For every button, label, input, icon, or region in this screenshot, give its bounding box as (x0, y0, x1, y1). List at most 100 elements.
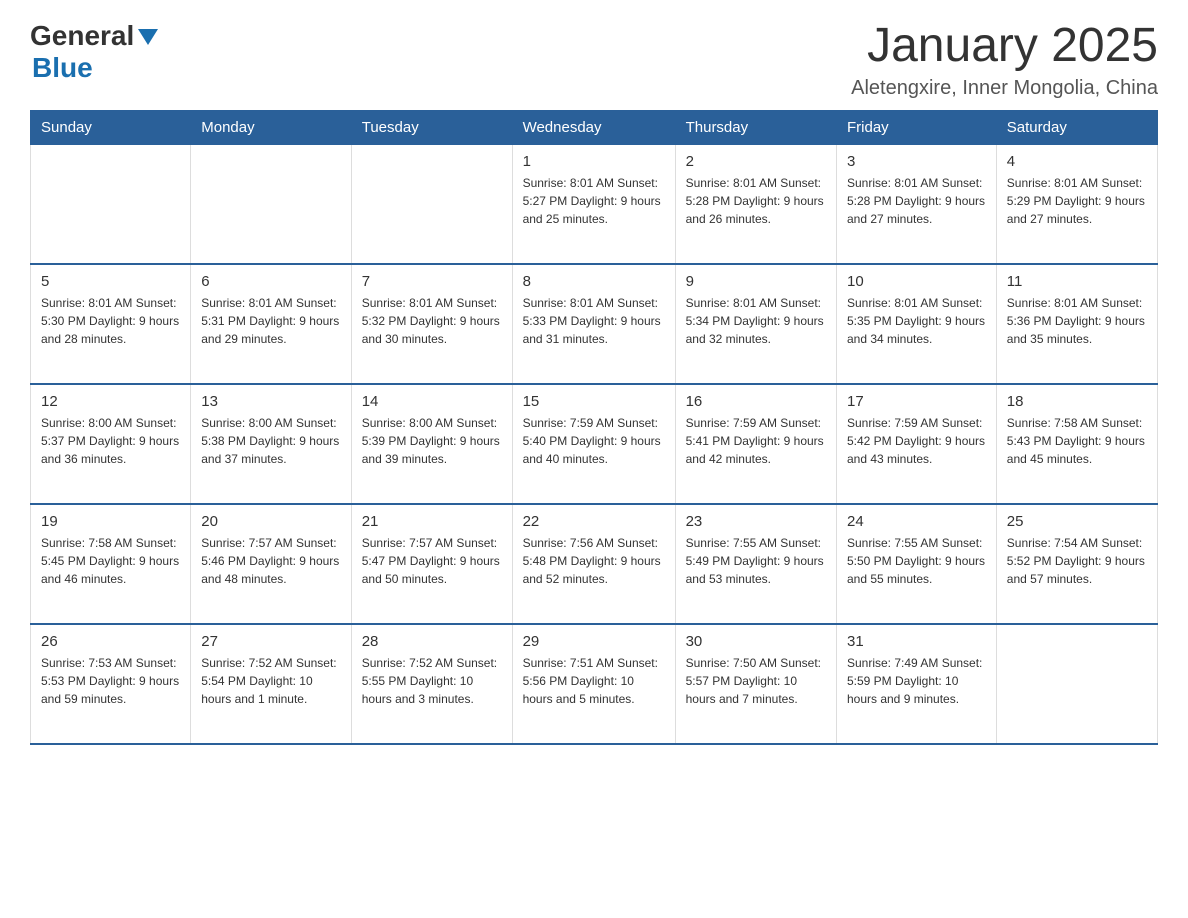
calendar-cell: 3Sunrise: 8:01 AM Sunset: 5:28 PM Daylig… (836, 144, 996, 264)
calendar-table: SundayMondayTuesdayWednesdayThursdayFrid… (30, 110, 1158, 746)
calendar-cell (31, 144, 191, 264)
day-of-week-header: Thursday (675, 110, 836, 144)
day-number: 24 (847, 513, 986, 530)
day-number: 18 (1007, 393, 1147, 410)
day-number: 1 (523, 153, 665, 170)
logo-general: General (30, 20, 134, 52)
day-info: Sunrise: 7:58 AM Sunset: 5:43 PM Dayligh… (1007, 414, 1147, 468)
day-info: Sunrise: 8:01 AM Sunset: 5:34 PM Dayligh… (686, 294, 826, 348)
day-number: 10 (847, 273, 986, 290)
calendar-cell (996, 624, 1157, 744)
day-info: Sunrise: 7:53 AM Sunset: 5:53 PM Dayligh… (41, 654, 180, 708)
day-info: Sunrise: 8:00 AM Sunset: 5:37 PM Dayligh… (41, 414, 180, 468)
calendar-cell: 23 Sunrise: 7:55 AM Sunset: 5:49 PM Dayli… (675, 504, 836, 624)
calendar-cell: 22Sunrise: 7:56 AM Sunset: 5:48 PM Dayli… (512, 504, 675, 624)
day-info: Sunrise: 7:51 AM Sunset: 5:56 PM Dayligh… (523, 654, 665, 708)
calendar-cell: 26 Sunrise: 7:53 AM Sunset: 5:53 PM Dayli… (31, 624, 191, 744)
day-of-week-header: Monday (191, 110, 351, 144)
calendar-cell (191, 144, 351, 264)
day-info: Sunrise: 8:01 AM Sunset: 5:29 PM Dayligh… (1007, 174, 1147, 228)
day-number: 14 (362, 393, 502, 410)
calendar-week-row: 12Sunrise: 8:00 AM Sunset: 5:37 PM Dayli… (31, 384, 1158, 504)
calendar-body: 1Sunrise: 8:01 AM Sunset: 5:27 PM Daylig… (31, 144, 1158, 744)
calendar-cell: 25 Sunrise: 7:54 AM Sunset: 5:52 PM Dayli… (996, 504, 1157, 624)
calendar-cell: 16 Sunrise: 7:59 AM Sunset: 5:41 PM Dayli… (675, 384, 836, 504)
day-info: Sunrise: 7:59 AM Sunset: 5:42 PM Dayligh… (847, 414, 986, 468)
day-info: Sunrise: 7:58 AM Sunset: 5:45 PM Dayligh… (41, 534, 180, 588)
month-title: January 2025 (851, 20, 1158, 73)
day-info: Sunrise: 8:01 AM Sunset: 5:35 PM Dayligh… (847, 294, 986, 348)
day-of-week-header: Saturday (996, 110, 1157, 144)
logo-blue: Blue (32, 52, 93, 83)
calendar-cell: 7 Sunrise: 8:01 AM Sunset: 5:32 PM Daylig… (351, 264, 512, 384)
day-number: 16 (686, 393, 826, 410)
calendar-cell: 19 Sunrise: 7:58 AM Sunset: 5:45 PM Dayli… (31, 504, 191, 624)
day-info: Sunrise: 8:01 AM Sunset: 5:32 PM Dayligh… (362, 294, 502, 348)
calendar-cell: 6 Sunrise: 8:01 AM Sunset: 5:31 PM Daylig… (191, 264, 351, 384)
day-number: 27 (201, 633, 340, 650)
logo: General Blue (30, 20, 158, 84)
day-number: 2 (686, 153, 826, 170)
calendar-cell: 18 Sunrise: 7:58 AM Sunset: 5:43 PM Dayli… (996, 384, 1157, 504)
day-number: 5 (41, 273, 180, 290)
calendar-cell: 12Sunrise: 8:00 AM Sunset: 5:37 PM Dayli… (31, 384, 191, 504)
calendar-week-row: 26 Sunrise: 7:53 AM Sunset: 5:53 PM Dayli… (31, 624, 1158, 744)
day-number: 31 (847, 633, 986, 650)
day-info: Sunrise: 8:01 AM Sunset: 5:28 PM Dayligh… (847, 174, 986, 228)
calendar-cell: 21 Sunrise: 7:57 AM Sunset: 5:47 PM Dayli… (351, 504, 512, 624)
calendar-cell: 31Sunrise: 7:49 AM Sunset: 5:59 PM Dayli… (836, 624, 996, 744)
calendar-cell: 24Sunrise: 7:55 AM Sunset: 5:50 PM Dayli… (836, 504, 996, 624)
day-info: Sunrise: 8:01 AM Sunset: 5:30 PM Dayligh… (41, 294, 180, 348)
day-number: 20 (201, 513, 340, 530)
calendar-week-row: 1Sunrise: 8:01 AM Sunset: 5:27 PM Daylig… (31, 144, 1158, 264)
day-number: 21 (362, 513, 502, 530)
day-number: 26 (41, 633, 180, 650)
day-number: 19 (41, 513, 180, 530)
day-number: 23 (686, 513, 826, 530)
calendar-header: SundayMondayTuesdayWednesdayThursdayFrid… (31, 110, 1158, 144)
calendar-cell: 30 Sunrise: 7:50 AM Sunset: 5:57 PM Dayli… (675, 624, 836, 744)
day-number: 25 (1007, 513, 1147, 530)
day-number: 4 (1007, 153, 1147, 170)
day-info: Sunrise: 7:50 AM Sunset: 5:57 PM Dayligh… (686, 654, 826, 708)
day-number: 15 (523, 393, 665, 410)
calendar-cell: 1Sunrise: 8:01 AM Sunset: 5:27 PM Daylig… (512, 144, 675, 264)
day-info: Sunrise: 8:01 AM Sunset: 5:31 PM Dayligh… (201, 294, 340, 348)
days-of-week-row: SundayMondayTuesdayWednesdayThursdayFrid… (31, 110, 1158, 144)
day-number: 8 (523, 273, 665, 290)
location-title: Aletengxire, Inner Mongolia, China (851, 77, 1158, 100)
day-info: Sunrise: 7:52 AM Sunset: 5:55 PM Dayligh… (362, 654, 502, 708)
day-number: 6 (201, 273, 340, 290)
day-info: Sunrise: 7:57 AM Sunset: 5:47 PM Dayligh… (362, 534, 502, 588)
day-number: 30 (686, 633, 826, 650)
day-of-week-header: Wednesday (512, 110, 675, 144)
day-number: 13 (201, 393, 340, 410)
calendar-week-row: 19 Sunrise: 7:58 AM Sunset: 5:45 PM Dayli… (31, 504, 1158, 624)
page-header: General Blue January 2025 Aletengxire, I… (30, 20, 1158, 100)
day-info: Sunrise: 8:00 AM Sunset: 5:38 PM Dayligh… (201, 414, 340, 468)
calendar-cell: 8Sunrise: 8:01 AM Sunset: 5:33 PM Daylig… (512, 264, 675, 384)
day-info: Sunrise: 7:55 AM Sunset: 5:49 PM Dayligh… (686, 534, 826, 588)
calendar-cell: 29Sunrise: 7:51 AM Sunset: 5:56 PM Dayli… (512, 624, 675, 744)
calendar-week-row: 5 Sunrise: 8:01 AM Sunset: 5:30 PM Daylig… (31, 264, 1158, 384)
title-area: January 2025 Aletengxire, Inner Mongolia… (851, 20, 1158, 100)
day-info: Sunrise: 7:59 AM Sunset: 5:40 PM Dayligh… (523, 414, 665, 468)
day-number: 22 (523, 513, 665, 530)
day-info: Sunrise: 7:52 AM Sunset: 5:54 PM Dayligh… (201, 654, 340, 708)
calendar-cell: 28Sunrise: 7:52 AM Sunset: 5:55 PM Dayli… (351, 624, 512, 744)
day-number: 11 (1007, 273, 1147, 290)
day-number: 7 (362, 273, 502, 290)
day-of-week-header: Sunday (31, 110, 191, 144)
calendar-cell: 4 Sunrise: 8:01 AM Sunset: 5:29 PM Daylig… (996, 144, 1157, 264)
calendar-cell: 10 Sunrise: 8:01 AM Sunset: 5:35 PM Dayli… (836, 264, 996, 384)
logo-text: General (30, 20, 158, 52)
calendar-cell: 9 Sunrise: 8:01 AM Sunset: 5:34 PM Daylig… (675, 264, 836, 384)
day-info: Sunrise: 8:01 AM Sunset: 5:36 PM Dayligh… (1007, 294, 1147, 348)
calendar-cell: 11 Sunrise: 8:01 AM Sunset: 5:36 PM Dayli… (996, 264, 1157, 384)
logo-triangle-icon (138, 29, 158, 45)
day-info: Sunrise: 7:59 AM Sunset: 5:41 PM Dayligh… (686, 414, 826, 468)
calendar-cell: 20Sunrise: 7:57 AM Sunset: 5:46 PM Dayli… (191, 504, 351, 624)
day-number: 9 (686, 273, 826, 290)
day-info: Sunrise: 8:00 AM Sunset: 5:39 PM Dayligh… (362, 414, 502, 468)
day-info: Sunrise: 7:54 AM Sunset: 5:52 PM Dayligh… (1007, 534, 1147, 588)
